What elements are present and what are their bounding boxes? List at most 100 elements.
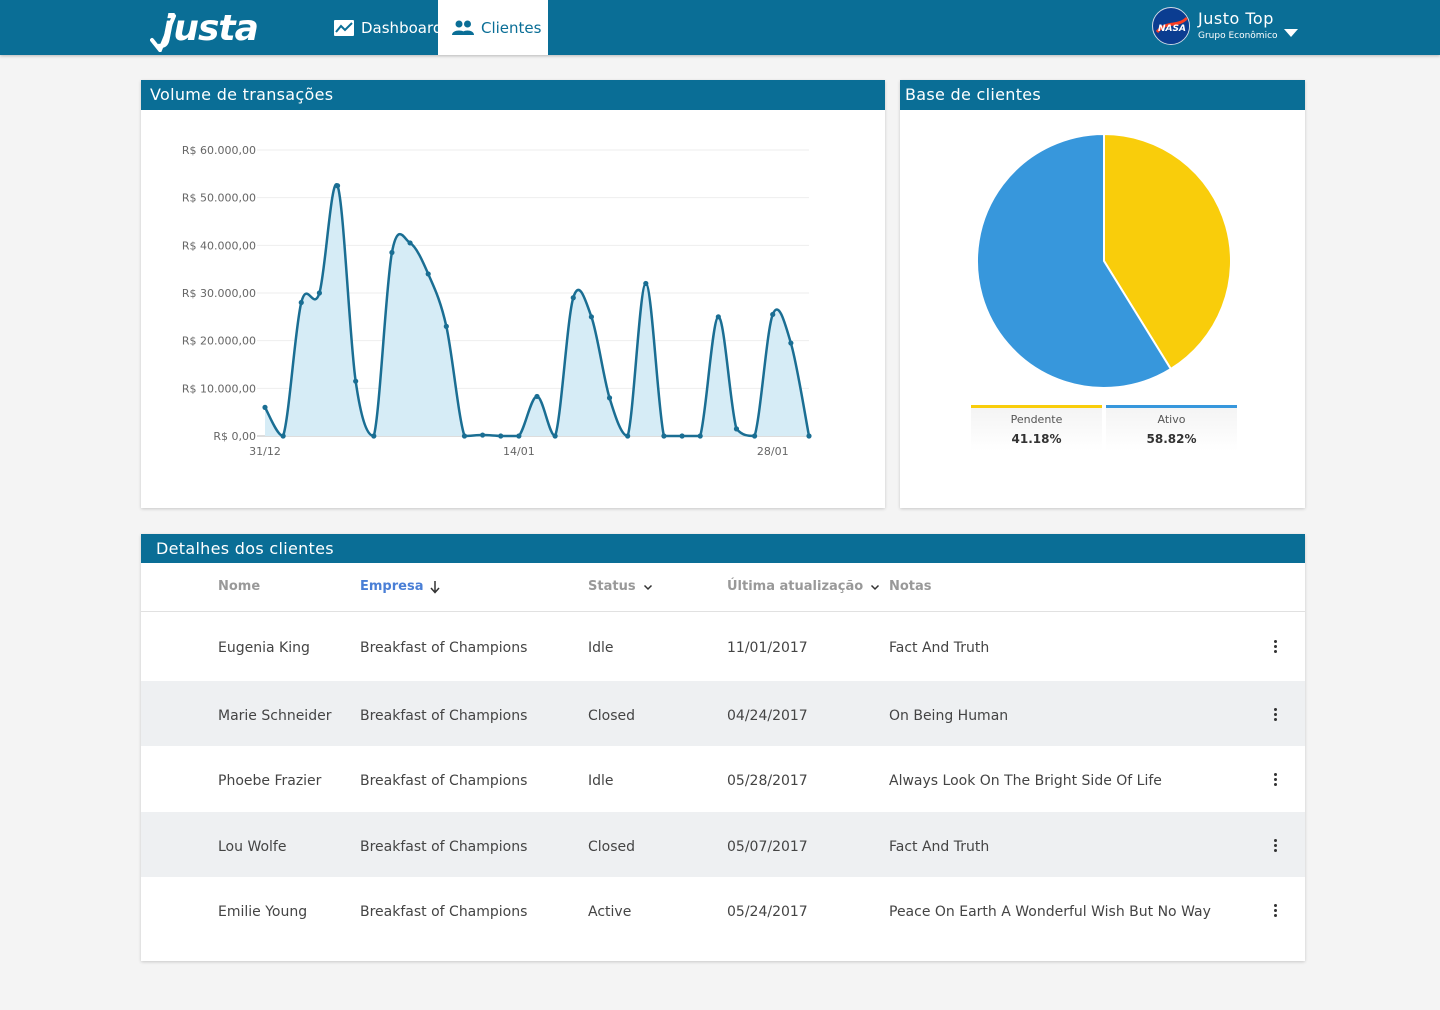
cell-status: Closed	[588, 839, 636, 855]
table-row[interactable]: Lou Wolfe Breakfast of Champions Closed …	[141, 812, 1305, 877]
data-point	[588, 314, 594, 320]
legend-ativo-label: Ativo	[1157, 413, 1186, 426]
cell-nome: Marie Schneider	[218, 708, 332, 724]
cell-empresa: Breakfast of Champions	[360, 904, 528, 920]
top-navbar: justa Dashboard Clientes NASA Justo Top …	[0, 0, 1440, 55]
more-vert-icon[interactable]	[1268, 773, 1282, 789]
column-header-status-label: Status	[588, 579, 636, 594]
cell-nome: Phoebe Frazier	[218, 773, 322, 789]
y-tick-label: R$ 0,00	[213, 430, 256, 443]
volume-panel: Volume de transações R$ 0,00 R$ 10.000,00…	[141, 80, 885, 508]
column-header-data[interactable]: Última atualização	[727, 563, 880, 611]
data-point	[425, 271, 431, 277]
caret-down-icon[interactable]	[1284, 22, 1298, 41]
data-point	[461, 433, 468, 439]
data-point	[679, 433, 685, 439]
justa-logo[interactable]: justa	[150, 6, 280, 52]
data-point	[697, 433, 703, 439]
data-point	[298, 299, 304, 306]
data-point	[715, 314, 721, 320]
table-row[interactable]: Emilie Young Breakfast of Champions Acti…	[141, 877, 1305, 942]
people-icon	[451, 20, 475, 36]
y-tick-label: R$ 40.000,00	[182, 239, 256, 252]
y-tick-label: R$ 10.000,00	[182, 382, 256, 395]
cell-data: 05/07/2017	[727, 839, 808, 855]
cell-empresa: Breakfast of Champions	[360, 640, 528, 656]
data-point	[280, 433, 286, 439]
more-vert-icon[interactable]	[1268, 904, 1282, 920]
data-point	[752, 433, 758, 439]
cell-notas: Fact And Truth	[889, 640, 990, 656]
column-header-notas-label: Notas	[889, 579, 932, 594]
justa-logo-mark: justa	[150, 8, 259, 52]
data-point	[334, 183, 341, 189]
data-point	[262, 404, 268, 410]
column-header-data-label: Última atualização	[727, 579, 864, 594]
data-point	[480, 432, 486, 438]
data-point	[498, 433, 504, 439]
legend-pendente-value: 41.18%	[1011, 432, 1062, 446]
data-point	[606, 395, 613, 401]
cell-notas: Peace On Earth A Wonderful Wish But No W…	[889, 904, 1211, 920]
user-menu[interactable]: NASA Justo Top Grupo Econômico	[1152, 7, 1312, 47]
logo-text: justa	[157, 8, 258, 49]
detalhes-panel-title: Detalhes dos clientes	[141, 534, 1305, 563]
x-tick-label: 28/01	[757, 445, 789, 458]
more-vert-icon[interactable]	[1268, 839, 1282, 855]
legend-pendente[interactable]: Pendente 41.18%	[971, 405, 1102, 451]
data-point	[770, 311, 776, 318]
data-point	[625, 433, 631, 439]
legend-ativo[interactable]: Ativo 58.82%	[1106, 405, 1237, 451]
table-row[interactable]: Eugenia King Breakfast of Champions Idle…	[141, 613, 1305, 678]
y-tick-label: R$ 30.000,00	[182, 287, 256, 300]
chevron-down-icon	[643, 584, 653, 591]
table-row[interactable]: Marie Schneider Breakfast of Champions C…	[141, 681, 1305, 746]
more-vert-icon[interactable]	[1268, 640, 1282, 656]
chevron-down-icon	[870, 584, 880, 591]
cell-empresa: Breakfast of Champions	[360, 773, 528, 789]
detalhes-panel: Detalhes dos clientes Nome Empresa Statu…	[141, 534, 1305, 961]
chart-icon	[333, 19, 355, 37]
data-point	[552, 433, 558, 439]
data-point	[443, 323, 449, 329]
column-header-nome-label: Nome	[218, 579, 261, 594]
legend-pendente-label: Pendente	[1010, 413, 1063, 426]
table-row[interactable]: Phoebe Frazier Breakfast of Champions Id…	[141, 746, 1305, 811]
volume-panel-title: Volume de transações	[141, 80, 885, 110]
volume-area-chart: R$ 0,00 R$ 10.000,00 R$ 20.000,00 R$ 30.000…	[182, 144, 812, 458]
data-point	[371, 433, 377, 439]
data-point	[316, 290, 322, 296]
data-point	[516, 433, 522, 439]
avatar-text: NASA	[1158, 24, 1186, 34]
more-vert-icon[interactable]	[1268, 708, 1282, 724]
cell-empresa: Breakfast of Champions	[360, 839, 528, 855]
column-header-empresa[interactable]: Empresa	[360, 563, 441, 611]
cell-nome: Emilie Young	[218, 904, 308, 920]
y-tick-label: R$ 20.000,00	[182, 335, 256, 348]
column-header-notas[interactable]: Notas	[889, 563, 932, 611]
base-panel-title: Base de clientes	[900, 80, 1305, 110]
cell-status: Idle	[588, 773, 614, 789]
data-point	[661, 433, 667, 439]
user-subtitle: Grupo Econômico	[1198, 31, 1278, 41]
y-tick-label: R$ 50.000,00	[182, 192, 256, 205]
data-point	[806, 433, 812, 439]
cell-status: Closed	[588, 708, 636, 724]
tab-dashboard-label: Dashboard	[361, 18, 443, 37]
column-header-empresa-label: Empresa	[360, 579, 424, 594]
tab-clientes[interactable]: Clientes	[438, 0, 548, 55]
cell-nome: Lou Wolfe	[218, 839, 287, 855]
data-point	[788, 340, 794, 346]
cell-data: 05/28/2017	[727, 773, 808, 789]
tab-dashboard[interactable]: Dashboard	[320, 0, 455, 55]
cell-notas: Always Look On The Bright Side Of Life	[889, 773, 1162, 789]
cell-data: 05/24/2017	[727, 904, 808, 920]
column-header-status[interactable]: Status	[588, 563, 653, 611]
data-point	[643, 280, 649, 287]
table-header: Nome Empresa Status Última atualização N…	[141, 563, 1305, 612]
avatar: NASA	[1152, 7, 1190, 45]
data-point	[733, 426, 740, 432]
data-point	[353, 378, 359, 384]
column-header-nome[interactable]: Nome	[218, 563, 260, 611]
x-tick-label: 14/01	[503, 445, 535, 458]
